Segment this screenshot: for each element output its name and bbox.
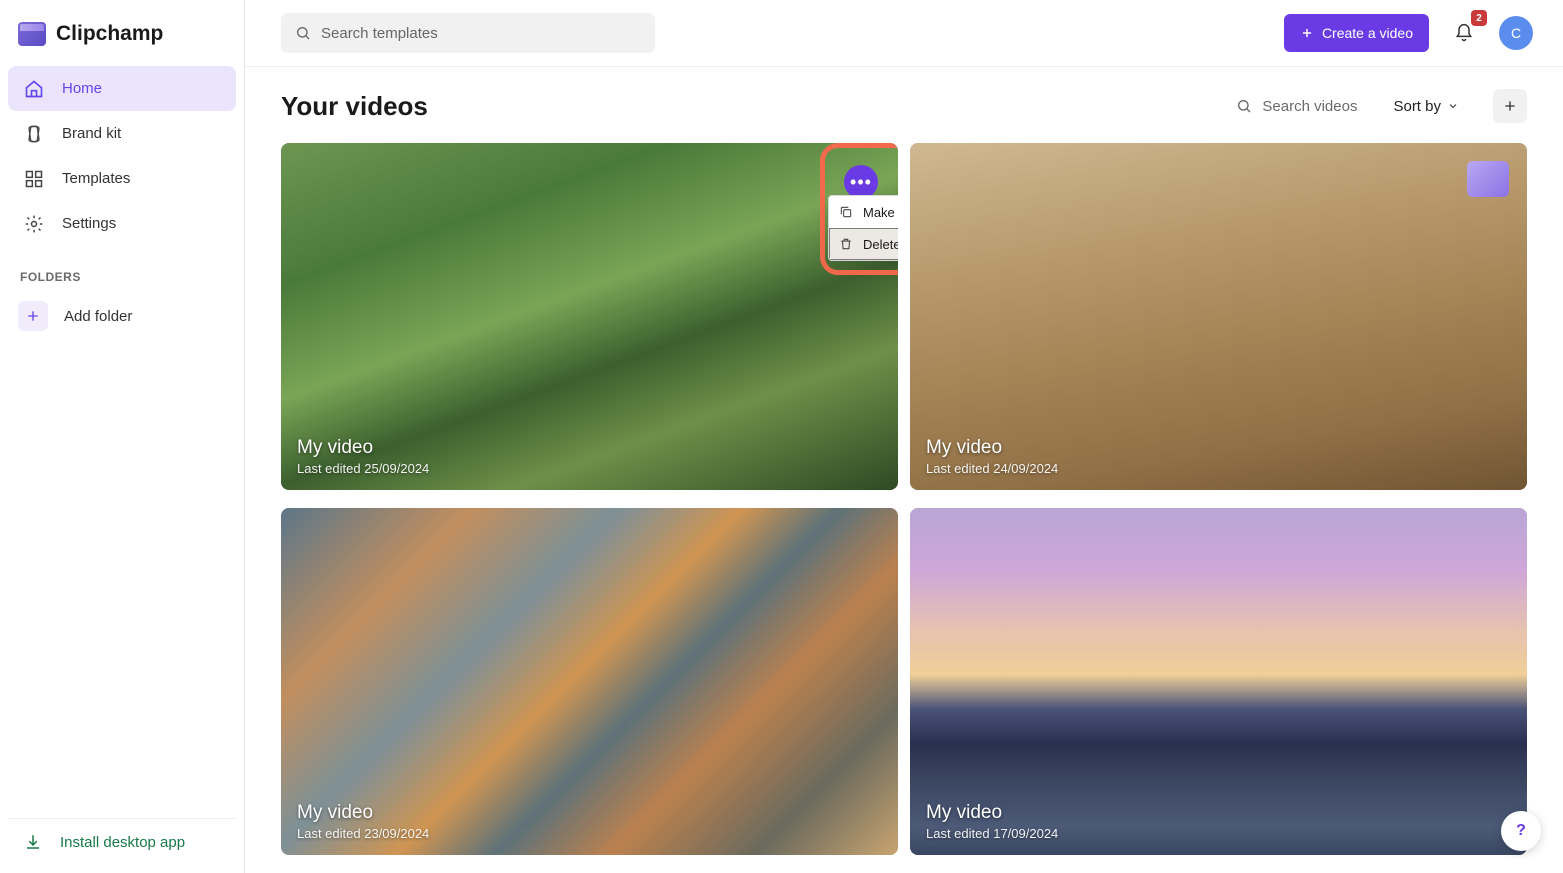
content: Your videos Search videos Sort by bbox=[245, 67, 1563, 873]
video-title: My video bbox=[297, 802, 429, 824]
card-overlay: My video Last edited 24/09/2024 bbox=[926, 437, 1058, 476]
card-overlay: My video Last edited 17/09/2024 bbox=[926, 802, 1058, 841]
sidebar-item-label: Templates bbox=[62, 170, 130, 187]
topbar: Search templates Create a video 2 C bbox=[245, 0, 1563, 67]
menu-item-label: Make a copy bbox=[863, 205, 898, 220]
clipchamp-watermark-icon bbox=[1467, 161, 1509, 197]
sidebar-item-label: Brand kit bbox=[62, 125, 121, 142]
sort-label: Sort by bbox=[1393, 98, 1441, 115]
card-overlay: My video Last edited 23/09/2024 bbox=[297, 802, 429, 841]
create-label: Create a video bbox=[1322, 25, 1413, 41]
more-options-button[interactable]: ••• bbox=[844, 165, 878, 199]
card-overlay: My video Last edited 25/09/2024 bbox=[297, 437, 429, 476]
video-card[interactable]: My video Last edited 25/09/2024 ••• bbox=[281, 143, 898, 490]
sidebar-item-label: Home bbox=[62, 80, 102, 97]
brandkit-icon bbox=[24, 124, 44, 144]
avatar-initial: C bbox=[1511, 25, 1521, 41]
copy-icon bbox=[839, 205, 853, 219]
video-title: My video bbox=[926, 802, 1058, 824]
menu-item-delete[interactable]: Delete bbox=[829, 228, 898, 260]
search-videos-label: Search videos bbox=[1262, 98, 1357, 115]
sidebar: Clipchamp Home Brand kit Templates Setti… bbox=[0, 0, 245, 873]
create-video-button[interactable]: Create a video bbox=[1284, 14, 1429, 52]
add-folder-label: Add folder bbox=[64, 308, 132, 325]
home-icon bbox=[24, 79, 44, 99]
context-menu: Make a copy Delete bbox=[828, 195, 898, 261]
menu-item-make-copy[interactable]: Make a copy bbox=[829, 196, 898, 228]
notifications-button[interactable]: 2 bbox=[1445, 14, 1483, 52]
sidebar-item-label: Settings bbox=[62, 215, 116, 232]
sidebar-item-settings[interactable]: Settings bbox=[8, 201, 236, 246]
video-title: My video bbox=[926, 437, 1058, 459]
search-videos-input[interactable]: Search videos bbox=[1226, 92, 1367, 121]
help-icon: ? bbox=[1516, 822, 1526, 840]
folders-heading: FOLDERS bbox=[8, 246, 236, 294]
search-icon bbox=[295, 25, 311, 41]
download-icon bbox=[24, 833, 42, 851]
search-templates-input[interactable]: Search templates bbox=[281, 13, 655, 53]
install-label: Install desktop app bbox=[60, 834, 185, 851]
settings-icon bbox=[24, 214, 44, 234]
templates-icon bbox=[24, 169, 44, 189]
app-root: Clipchamp Home Brand kit Templates Setti… bbox=[0, 0, 1563, 873]
new-folder-button[interactable] bbox=[1493, 89, 1527, 123]
main-area: Search templates Create a video 2 C bbox=[245, 0, 1563, 873]
notification-badge: 2 bbox=[1471, 10, 1487, 26]
search-icon bbox=[1236, 98, 1252, 114]
add-folder-button[interactable]: Add folder bbox=[8, 294, 236, 338]
video-subtitle: Last edited 24/09/2024 bbox=[926, 461, 1058, 476]
video-card[interactable]: My video Last edited 17/09/2024 bbox=[910, 508, 1527, 855]
page-title: Your videos bbox=[281, 91, 428, 122]
user-avatar[interactable]: C bbox=[1499, 16, 1533, 50]
video-subtitle: Last edited 23/09/2024 bbox=[297, 826, 429, 841]
more-icon: ••• bbox=[850, 173, 872, 191]
help-button[interactable]: ? bbox=[1501, 811, 1541, 851]
video-card[interactable]: My video Last edited 23/09/2024 bbox=[281, 508, 898, 855]
bell-icon bbox=[1454, 23, 1474, 43]
app-name: Clipchamp bbox=[56, 22, 163, 46]
sidebar-item-templates[interactable]: Templates bbox=[8, 156, 236, 201]
sidebar-item-brandkit[interactable]: Brand kit bbox=[8, 111, 236, 156]
clipchamp-logo-icon bbox=[18, 22, 46, 46]
video-subtitle: Last edited 17/09/2024 bbox=[926, 826, 1058, 841]
sidebar-item-home[interactable]: Home bbox=[8, 66, 236, 111]
plus-icon bbox=[1300, 26, 1314, 40]
video-card[interactable]: My video Last edited 24/09/2024 bbox=[910, 143, 1527, 490]
sort-by-dropdown[interactable]: Sort by bbox=[1383, 92, 1469, 121]
video-subtitle: Last edited 25/09/2024 bbox=[297, 461, 429, 476]
plus-icon bbox=[18, 301, 48, 331]
chevron-down-icon bbox=[1447, 100, 1459, 112]
video-title: My video bbox=[297, 437, 429, 459]
search-placeholder: Search templates bbox=[321, 25, 438, 42]
video-grid: My video Last edited 25/09/2024 ••• bbox=[281, 143, 1527, 855]
install-desktop-app[interactable]: Install desktop app bbox=[8, 818, 236, 865]
menu-item-label: Delete bbox=[863, 237, 898, 252]
plus-icon bbox=[1502, 98, 1518, 114]
heading-row: Your videos Search videos Sort by bbox=[281, 89, 1527, 123]
trash-icon bbox=[839, 237, 853, 251]
app-logo[interactable]: Clipchamp bbox=[8, 18, 236, 66]
